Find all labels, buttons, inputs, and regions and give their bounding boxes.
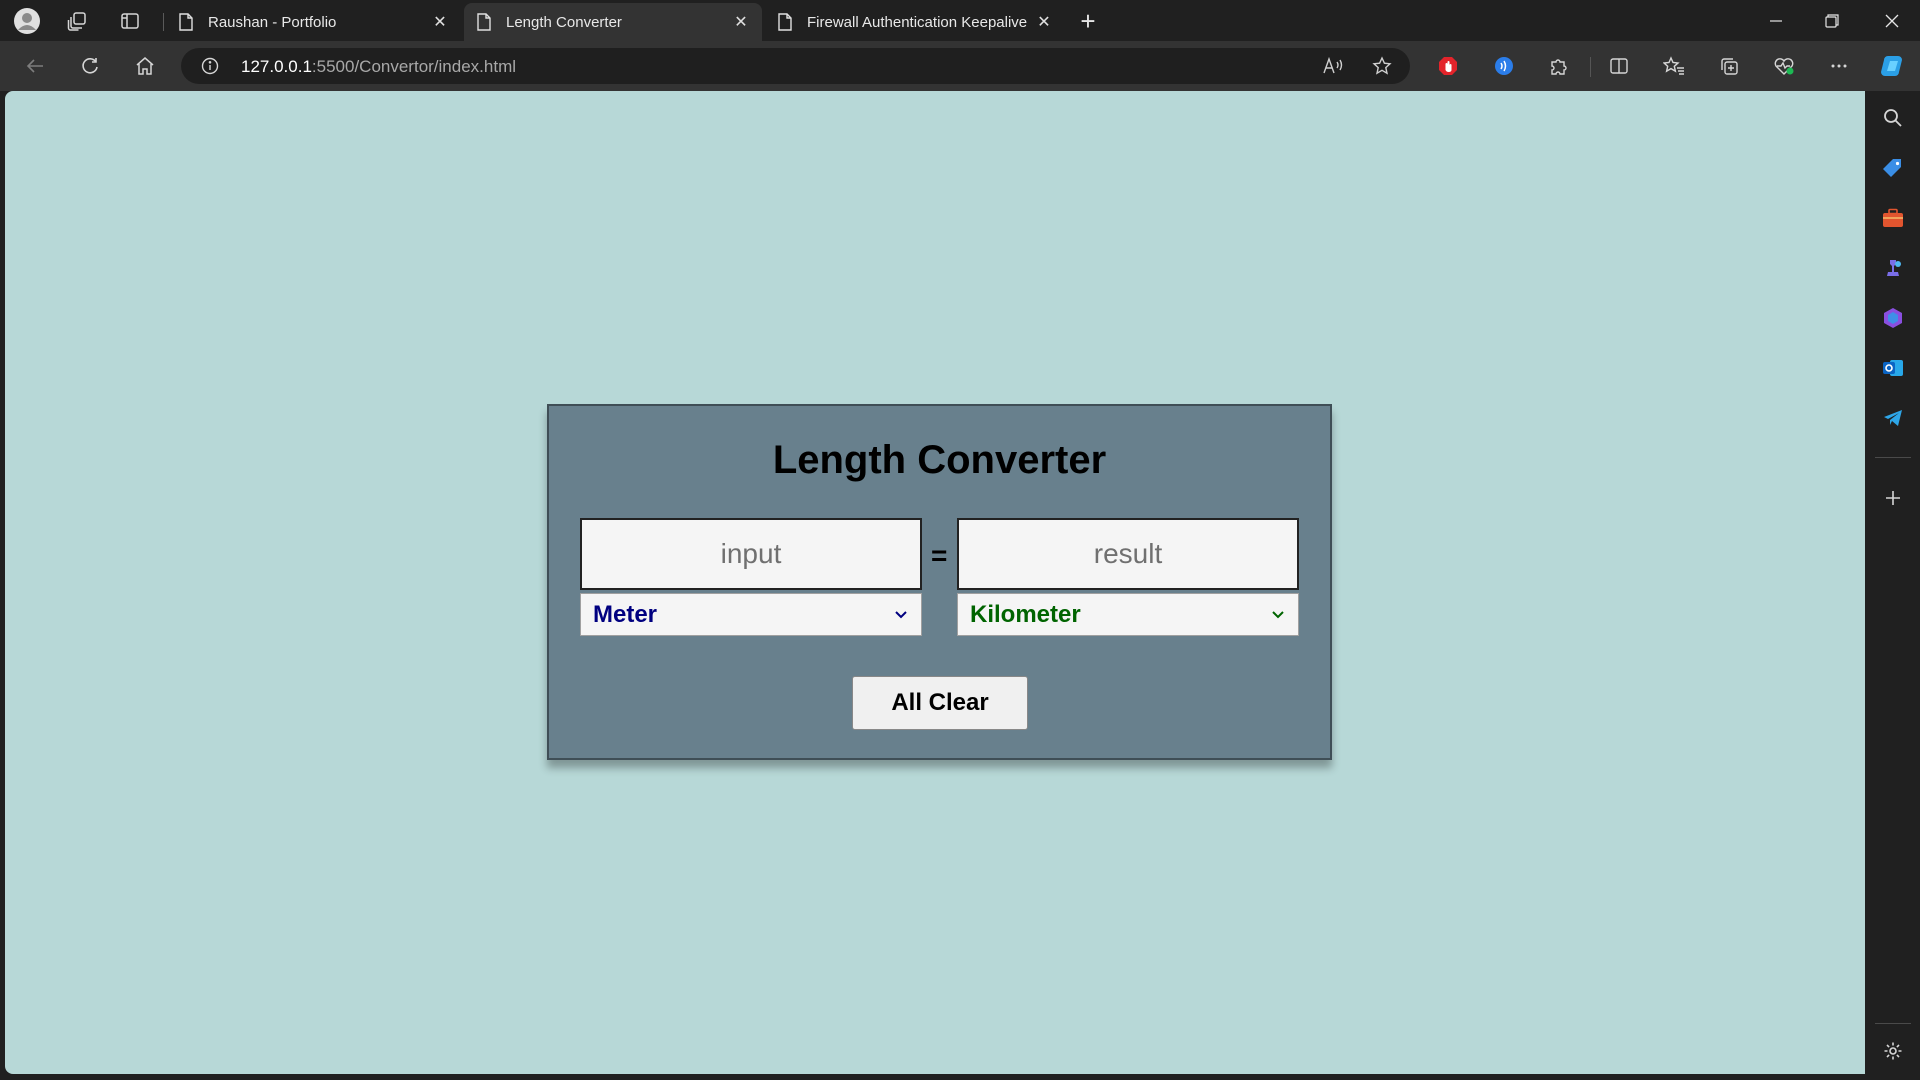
read-aloud-icon[interactable] xyxy=(1321,54,1345,78)
shopping-tag-icon[interactable] xyxy=(1880,155,1906,181)
home-icon[interactable] xyxy=(130,51,160,81)
microsoft-365-icon[interactable] xyxy=(1880,305,1906,331)
to-unit-select[interactable]: Kilometer xyxy=(957,593,1299,636)
back-arrow-icon[interactable] xyxy=(20,51,50,81)
minimize-icon[interactable] xyxy=(1748,0,1804,41)
restore-icon[interactable] xyxy=(1804,0,1860,41)
tab-title: Length Converter xyxy=(506,13,622,31)
close-window-icon[interactable] xyxy=(1864,0,1920,41)
edge-sidebar xyxy=(1867,91,1920,1080)
tab-firewall-authentication[interactable]: Firewall Authentication Keepalive ✕ xyxy=(765,3,1065,41)
close-tab-icon[interactable]: ✕ xyxy=(732,13,750,31)
address-bar[interactable]: 127.0.0.1:5500/Convertor/index.html xyxy=(181,48,1410,84)
page-icon xyxy=(476,13,492,31)
new-tab-icon[interactable]: + xyxy=(1074,8,1102,36)
result-field[interactable] xyxy=(957,518,1299,590)
add-icon[interactable] xyxy=(1880,485,1906,511)
collections-icon[interactable] xyxy=(1714,51,1744,81)
copilot-icon[interactable] xyxy=(1878,51,1908,81)
from-unit-value: Meter xyxy=(593,600,658,628)
tools-briefcase-icon[interactable] xyxy=(1880,205,1906,231)
tab-title: Firewall Authentication Keepalive xyxy=(807,13,1028,31)
more-options-icon[interactable] xyxy=(1824,51,1854,81)
telegram-icon[interactable] xyxy=(1880,405,1906,431)
chevron-down-icon xyxy=(893,607,909,623)
to-unit-value: Kilometer xyxy=(970,600,1081,628)
tab-strip: Raushan - Portfolio ✕ Length Converter ✕… xyxy=(0,0,1920,41)
tab-length-converter[interactable]: Length Converter ✕ xyxy=(464,3,762,41)
url-host: 127.0.0.1 xyxy=(241,57,312,76)
search-icon[interactable] xyxy=(1880,105,1906,131)
profile-avatar-icon[interactable] xyxy=(14,8,40,34)
page-viewport: Length Converter = Meter Kilometer All C… xyxy=(5,91,1865,1074)
tab-actions-icon[interactable] xyxy=(117,8,143,34)
toolbar-divider xyxy=(1590,57,1591,77)
split-screen-icon[interactable] xyxy=(1604,51,1634,81)
all-clear-button[interactable]: All Clear xyxy=(852,676,1028,730)
sidebar-divider xyxy=(1875,457,1911,458)
browser-essentials-icon[interactable] xyxy=(1769,51,1799,81)
length-input[interactable] xyxy=(580,518,922,590)
site-info-icon[interactable] xyxy=(201,57,219,75)
adblock-extension-icon[interactable] xyxy=(1433,51,1463,81)
browser-toolbar: 127.0.0.1:5500/Convertor/index.html xyxy=(0,41,1920,91)
audio-extension-icon[interactable] xyxy=(1489,51,1519,81)
chevron-down-icon xyxy=(1270,607,1286,623)
tab-separator xyxy=(163,13,164,31)
equals-sign: = xyxy=(931,540,948,571)
from-unit-select[interactable]: Meter xyxy=(580,593,922,636)
games-icon[interactable] xyxy=(1880,255,1906,281)
url-text: 127.0.0.1:5500/Convertor/index.html xyxy=(241,57,516,77)
tab-title: Raushan - Portfolio xyxy=(208,13,337,31)
refresh-icon[interactable] xyxy=(75,51,105,81)
page-icon xyxy=(777,13,793,31)
close-tab-icon[interactable]: ✕ xyxy=(1035,13,1053,31)
extensions-puzzle-icon[interactable] xyxy=(1544,51,1574,81)
page-title: Length Converter xyxy=(772,438,1107,482)
favorites-icon[interactable] xyxy=(1659,51,1689,81)
settings-gear-icon[interactable] xyxy=(1880,1038,1906,1064)
workspaces-icon[interactable] xyxy=(64,8,90,34)
outlook-icon[interactable] xyxy=(1880,355,1906,381)
close-tab-icon[interactable]: ✕ xyxy=(431,13,449,31)
page-icon xyxy=(178,13,194,31)
url-path: :5500/Convertor/index.html xyxy=(311,57,517,76)
favorite-star-icon[interactable] xyxy=(1370,54,1394,78)
tab-raushan-portfolio[interactable]: Raushan - Portfolio ✕ xyxy=(166,3,461,41)
sidebar-divider xyxy=(1875,1023,1911,1024)
converter-card: Length Converter = Meter Kilometer All C… xyxy=(547,404,1332,760)
